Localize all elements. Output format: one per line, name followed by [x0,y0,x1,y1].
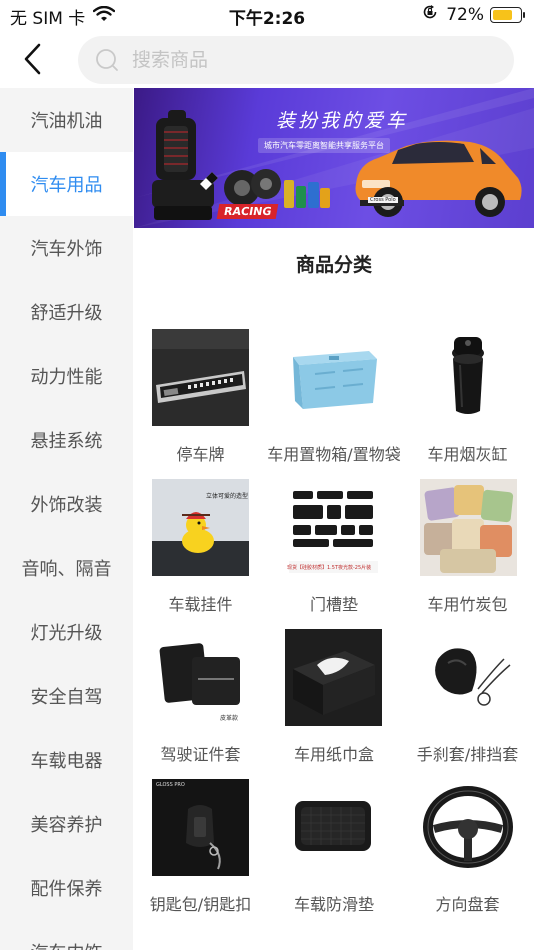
banner-racing-text: RACING [216,204,279,219]
sidebar-item-label: 配件保养 [30,879,103,900]
car-badge-text: Cross Polo [368,197,398,203]
category-label: 车载防滑垫 [293,895,374,914]
chevron-left-icon [24,43,41,75]
status-right: 72% [422,4,525,25]
sidebar-item-parts[interactable]: 配件保养 [0,856,133,920]
tissue-box-image [285,629,382,726]
search-icon [94,47,120,73]
promo-banner[interactable]: 装扮我的爱车 城市汽车零距离智能共享服务平台 RACING Cross Polo [134,88,534,228]
sidebar-item-label: 悬挂系统 [30,431,103,452]
charcoal-bag-image [420,479,517,576]
battery-icon [490,6,525,23]
section-title: 商品分类 [295,254,372,276]
category-sidebar: 汽油机油 汽车用品 汽车外饰 舒适升级 动力性能 悬挂系统 外饰改装 音响、隔音… [0,88,133,950]
category-label: 方向盘套 [435,895,500,914]
sidebar-item-label: 汽车用品 [30,175,103,196]
sidebar-item-label: 舒适升级 [30,303,103,324]
license-holder-image: 皮革款 [152,629,249,726]
header [0,30,534,88]
category-tissue-box[interactable]: 车用纸巾盒 [267,629,401,779]
sidebar-item-electronics[interactable]: 车载电器 [0,728,133,792]
category-storage-box[interactable]: 车用置物箱/置物袋 [267,329,401,479]
search-bar[interactable] [78,36,514,84]
non-slip-mat-image [285,779,382,876]
category-charcoal-bag[interactable]: 车用竹炭包 [401,479,534,629]
car-seat-image [152,110,214,220]
sidebar-item-label: 车载电器 [30,751,103,772]
sidebar-item-oil[interactable]: 汽油机油 [0,88,133,152]
category-label: 车载挂件 [168,595,233,614]
rotation-lock-icon [422,4,438,25]
category-label: 停车牌 [176,445,225,464]
search-input[interactable] [130,48,494,72]
gear-cover-image [420,629,517,726]
sidebar-item-interior[interactable]: 汽车内饰 [0,920,133,950]
back-button[interactable] [14,38,50,80]
category-car-ornament[interactable]: 立体可爱的造型 车载挂件 [134,479,267,629]
category-door-mats[interactable]: 现货【硅胶材质】1.5T夜光款-25片装 门槽垫 [267,479,401,629]
parking-plate-image [152,329,249,426]
sidebar-item-label: 汽油机油 [30,111,103,132]
grid-row: 皮革款 驾驶证件套 车用纸巾盒 手刹套/排挡套 [134,629,534,779]
banner-title: 装扮我的爱车 [276,110,409,132]
sidebar-item-body-mods[interactable]: 外饰改装 [0,472,133,536]
category-non-slip-mat[interactable]: 车载防滑垫 [267,779,401,929]
license-image-caption: 皮革款 [220,715,239,722]
grid-row: GLOSS PRO 钥匙包/钥匙扣 车载防滑垫 方向盘套 [134,779,534,929]
door-mats-image-caption: 现货【硅胶材质】1.5T夜光款-25片装 [287,565,372,571]
category-steering-cover[interactable]: 方向盘套 [401,779,534,929]
sidebar-item-label: 灯光升级 [30,623,103,644]
sidebar-item-label: 动力性能 [30,367,103,388]
duck-image-caption: 立体可爱的造型 [206,493,249,500]
sidebar-item-exterior[interactable]: 汽车外饰 [0,216,133,280]
battery-percent: 72% [446,4,484,25]
sidebar-item-detailing[interactable]: 美容养护 [0,792,133,856]
sidebar-item-suspension[interactable]: 悬挂系统 [0,408,133,472]
category-key-case[interactable]: GLOSS PRO 钥匙包/钥匙扣 [134,779,267,929]
storage-box-image [285,329,382,426]
sidebar-item-label: 美容养护 [30,815,103,836]
category-label: 驾驶证件套 [160,745,241,764]
category-label: 车用烟灰缸 [427,445,508,464]
sidebar-item-label: 音响、隔音 [21,559,112,580]
status-bar: 无 SIM 卡 下午2:26 72% [0,0,534,30]
category-label: 门槽垫 [309,595,358,614]
category-ashtray[interactable]: 车用烟灰缸 [401,329,534,479]
sidebar-item-safety[interactable]: 安全自驾 [0,664,133,728]
sidebar-item-label: 外饰改装 [30,495,103,516]
sidebar-item-car-supplies[interactable]: 汽车用品 [0,152,133,216]
category-gear-cover[interactable]: 手刹套/排挡套 [401,629,534,779]
category-label: 钥匙包/钥匙扣 [149,895,252,914]
banner-subtitle: 城市汽车零距离智能共享服务平台 [258,138,390,153]
category-label: 车用纸巾盒 [293,745,374,764]
key-case-image-caption: GLOSS PRO [156,782,185,788]
sidebar-item-performance[interactable]: 动力性能 [0,344,133,408]
sidebar-item-label: 汽车内饰 [31,939,103,950]
sidebar-item-lighting[interactable]: 灯光升级 [0,600,133,664]
ashtray-image [420,329,517,426]
door-mats-image: 现货【硅胶材质】1.5T夜光款-25片装 [285,479,382,576]
category-grid: 停车牌 车用置物箱/置物袋 车用烟灰缸 立体可爱的造型 车载挂件 现货【硅胶材质… [134,329,534,929]
category-label: 车用竹炭包 [427,595,508,614]
grid-row: 立体可爱的造型 车载挂件 现货【硅胶材质】1.5T夜光款-25片装 门槽垫 车用… [134,479,534,629]
sidebar-item-audio[interactable]: 音响、隔音 [0,536,133,600]
category-parking-plate[interactable]: 停车牌 [134,329,267,479]
category-license-holder[interactable]: 皮革款 驾驶证件套 [134,629,267,779]
sidebar-item-label: 安全自驾 [30,687,103,708]
category-label: 车用置物箱/置物袋 [267,445,401,464]
battery-fill [493,9,512,20]
category-label: 手刹套/排挡套 [416,745,519,764]
sidebar-item-label: 汽车外饰 [30,239,103,260]
grid-row: 停车牌 车用置物箱/置物袋 车用烟灰缸 [134,329,534,479]
steering-cover-image [420,779,517,876]
sidebar-item-comfort[interactable]: 舒适升级 [0,280,133,344]
key-case-image: GLOSS PRO [152,779,249,876]
duck-ornament-image: 立体可爱的造型 [152,479,249,576]
